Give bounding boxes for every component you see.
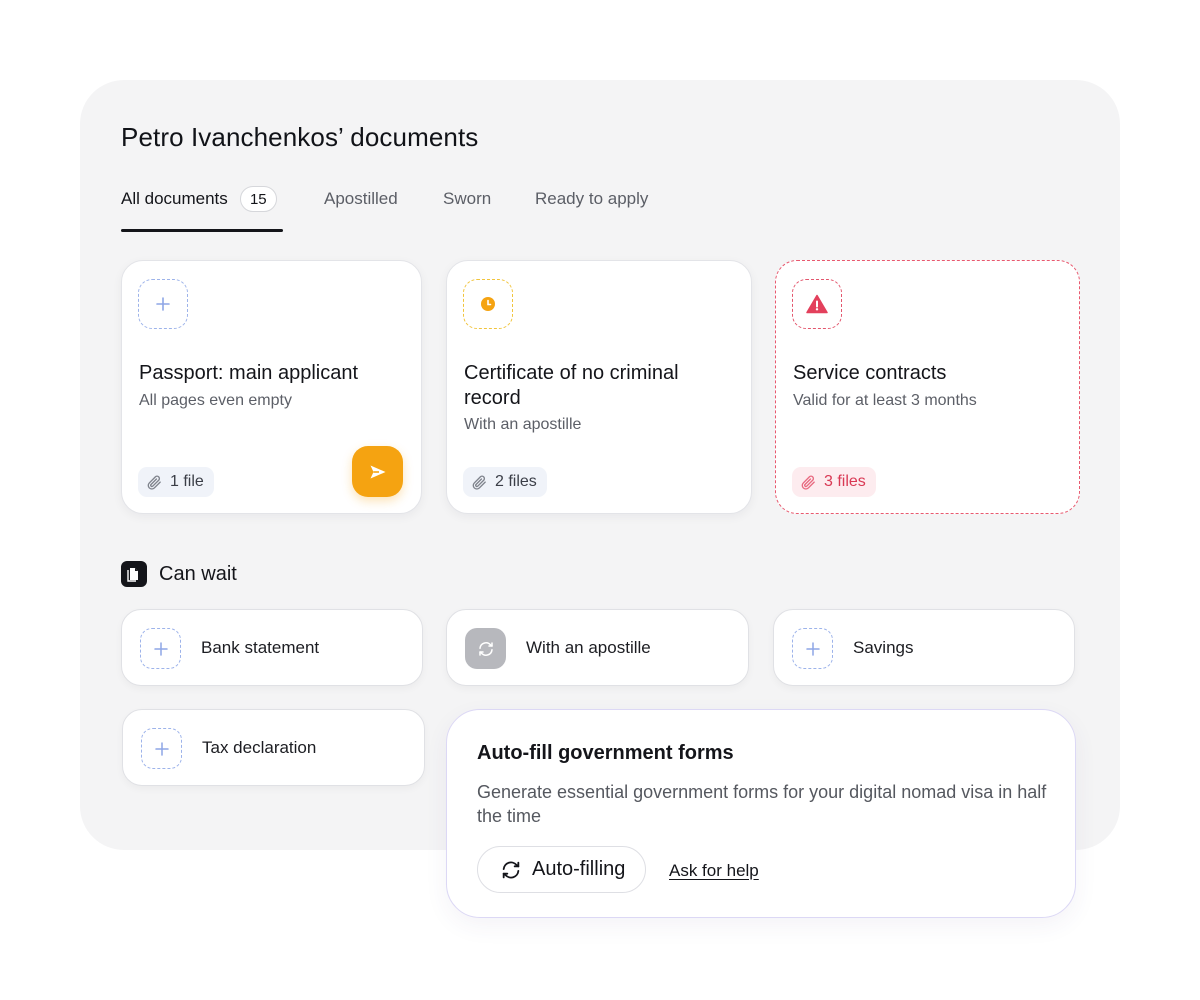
- item-savings[interactable]: Savings: [773, 609, 1075, 686]
- item-label: Tax declaration: [202, 737, 317, 757]
- file-count-chip[interactable]: 3 files: [792, 467, 876, 497]
- page-title: Petro Ivanchenkos’ documents: [121, 122, 479, 152]
- tab-label: All documents: [121, 189, 228, 208]
- file-count: 1 file: [170, 473, 204, 490]
- send-button[interactable]: [352, 446, 403, 497]
- item-with-apostille[interactable]: With an apostille: [446, 609, 749, 686]
- send-icon: [370, 465, 385, 478]
- tab-count-badge: 15: [239, 186, 277, 212]
- document-tabs: All documents 15 Apostilled Sworn Ready …: [121, 182, 721, 232]
- refresh-icon: [502, 861, 520, 878]
- promo-title: Auto-fill government forms: [477, 742, 734, 764]
- file-count: 2 files: [495, 473, 537, 490]
- tab-apostilled[interactable]: Apostilled: [324, 182, 398, 216]
- paperclip-icon: [801, 475, 815, 490]
- item-bank-statement[interactable]: Bank statement: [121, 609, 423, 686]
- item-tax-declaration[interactable]: Tax declaration: [122, 709, 425, 786]
- document-title: Passport: main applicant: [139, 362, 359, 384]
- document-subtitle: Valid for at least 3 months: [793, 392, 977, 409]
- autofill-promo-card: Auto-fill government forms Generate esse…: [446, 709, 1076, 918]
- plus-icon: [792, 628, 833, 669]
- paperclip-icon: [472, 475, 486, 490]
- can-wait-header: Can wait: [121, 561, 237, 587]
- document-card-passport[interactable]: Passport: main applicant All pages even …: [121, 260, 422, 514]
- active-tab-indicator: [121, 229, 283, 232]
- section-title: Can wait: [159, 562, 237, 585]
- item-label: Savings: [853, 637, 914, 657]
- refresh-icon: [465, 628, 506, 669]
- promo-description: Generate essential government forms for …: [477, 782, 1047, 826]
- item-label: Bank statement: [201, 637, 320, 657]
- document-subtitle: All pages even empty: [139, 392, 292, 409]
- item-label: With an apostille: [526, 637, 651, 657]
- document-title: Certificate of no criminal record: [464, 362, 679, 409]
- file-count-chip[interactable]: 1 file: [138, 467, 214, 497]
- tab-sworn[interactable]: Sworn: [443, 182, 491, 216]
- warning-icon: [792, 279, 842, 329]
- document-stack-icon: [121, 561, 147, 587]
- tab-ready-to-apply[interactable]: Ready to apply: [535, 182, 648, 216]
- button-label: Auto-filling: [532, 858, 626, 880]
- plus-icon[interactable]: [138, 279, 188, 329]
- tab-all-documents[interactable]: All documents 15: [121, 182, 277, 216]
- plus-icon: [141, 728, 182, 769]
- document-card-service-contracts[interactable]: Service contracts Valid for at least 3 m…: [775, 260, 1080, 514]
- file-count: 3 files: [824, 473, 866, 490]
- document-card-certificate[interactable]: Certificate of no criminal record With a…: [446, 260, 752, 514]
- auto-filling-button[interactable]: Auto-filling: [477, 846, 647, 893]
- document-subtitle: With an apostille: [464, 416, 582, 433]
- ask-for-help-link[interactable]: Ask for help: [669, 861, 759, 881]
- document-title: Service contracts: [793, 362, 947, 384]
- paperclip-icon: [147, 475, 161, 490]
- clock-icon: [463, 279, 513, 329]
- file-count-chip[interactable]: 2 files: [463, 467, 547, 497]
- plus-icon: [140, 628, 181, 669]
